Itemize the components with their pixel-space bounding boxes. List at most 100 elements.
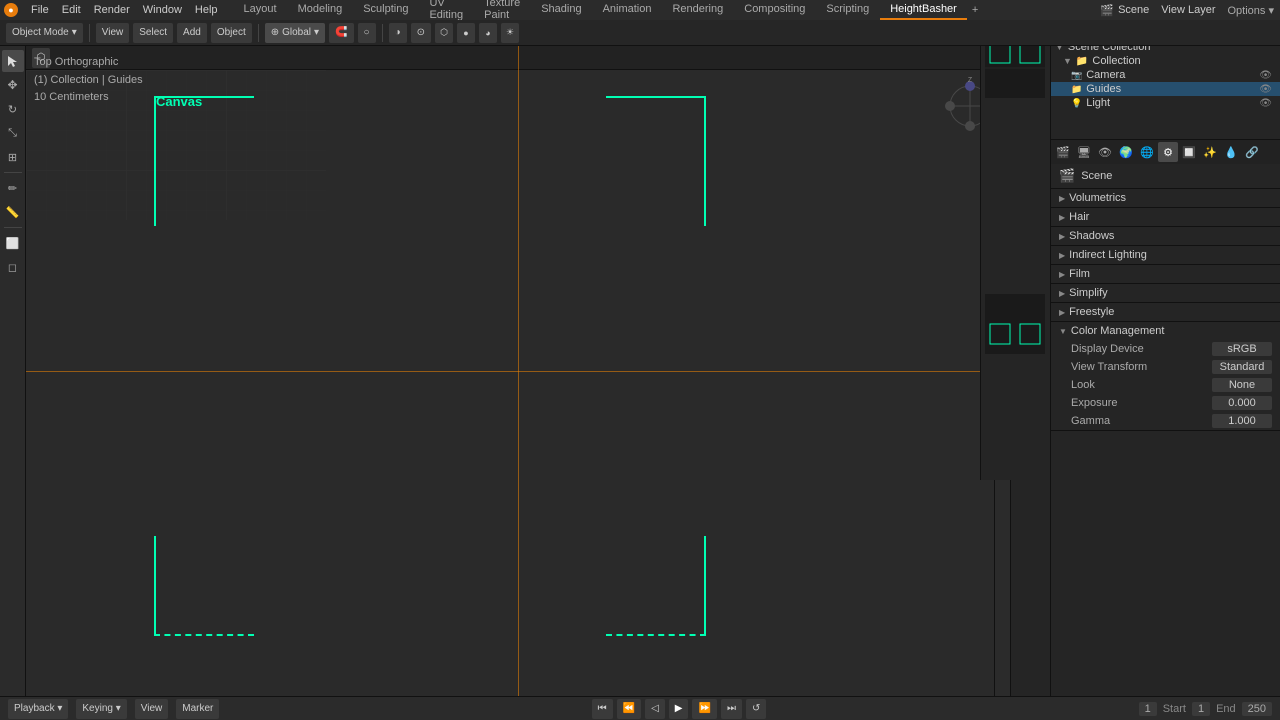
props-tab-particles[interactable]: ✨ xyxy=(1200,142,1220,162)
end-frame[interactable]: 250 xyxy=(1242,702,1272,716)
shading-material[interactable]: ◕ xyxy=(479,23,497,43)
frame-info: 1 Start 1 End 250 xyxy=(1139,702,1272,716)
freestyle-hdr[interactable]: ▶ Freestyle xyxy=(1051,303,1280,321)
menu-window[interactable]: Window xyxy=(137,0,188,20)
extra-tool[interactable]: ◻ xyxy=(2,256,24,278)
ws-uv-editing[interactable]: UV Editing xyxy=(419,0,473,20)
marker-label: Marker xyxy=(182,703,213,714)
menu-render[interactable]: Render xyxy=(88,0,136,20)
orientation-btn[interactable]: ⊕ Global ▾ xyxy=(265,23,325,43)
shading-wireframe[interactable]: ⬡ xyxy=(435,23,453,43)
hair-hdr[interactable]: ▶ Hair xyxy=(1051,208,1280,226)
overlay-btn[interactable]: ◑ xyxy=(389,23,407,43)
play-reverse-btn[interactable]: ◁ xyxy=(645,699,665,719)
ws-shading[interactable]: Shading xyxy=(531,0,591,20)
ws-texture-paint[interactable]: Texture Paint xyxy=(474,0,530,20)
display-device-value[interactable]: sRGB xyxy=(1212,342,1272,356)
measure-tool[interactable]: 📏 xyxy=(2,201,24,223)
step-forward-btn[interactable]: ⏩ xyxy=(692,699,716,719)
shading-solid[interactable]: ● xyxy=(457,23,475,43)
menu-help[interactable]: Help xyxy=(189,0,224,20)
object-btn[interactable]: Object xyxy=(211,23,252,43)
play-btn[interactable]: ▶ xyxy=(669,699,689,719)
properties-panel: 🎬 🖥 👁 🌍 🌐 ⚙ 🔲 ✨ 💧 🔗 🎬 Scene ▶ Volumetric… xyxy=(1050,140,1280,696)
film-hdr[interactable]: ▶ Film xyxy=(1051,265,1280,283)
look-value[interactable]: None xyxy=(1212,378,1272,392)
props-tab-modifier[interactable]: 🔲 xyxy=(1179,142,1199,162)
menu-file[interactable]: File xyxy=(25,0,55,20)
scale-tool[interactable]: ⤡ xyxy=(2,122,24,144)
props-tab-vd[interactable]: 👁 xyxy=(1095,142,1115,162)
props-tab-constraints[interactable]: 🔗 xyxy=(1242,142,1262,162)
viewport-3d[interactable]: ⬡ Top Orthographic (1) Collection | Guid… xyxy=(26,46,1010,696)
marker-btn[interactable]: Marker xyxy=(176,699,219,719)
loop-btn[interactable]: ↺ xyxy=(746,699,766,719)
light-visibility[interactable]: 👁 xyxy=(1259,98,1272,109)
simplify-hdr[interactable]: ▶ Simplify xyxy=(1051,284,1280,302)
collection-marker: 📁 xyxy=(1076,56,1088,67)
jump-end-btn[interactable]: ⏭ xyxy=(721,699,742,719)
props-tab-world[interactable]: 🌐 xyxy=(1137,142,1157,162)
rotate-tool[interactable]: ↻ xyxy=(2,98,24,120)
exposure-value[interactable]: 0.000 xyxy=(1212,396,1272,410)
ws-layout[interactable]: Layout xyxy=(234,0,287,20)
end-label: End xyxy=(1216,703,1236,715)
props-tab-output[interactable]: 🖥 xyxy=(1074,142,1094,162)
jump-start-btn[interactable]: ⏮ xyxy=(592,699,613,719)
props-tab-scene[interactable]: 🌍 xyxy=(1116,142,1136,162)
select-tool[interactable] xyxy=(2,50,24,72)
shadows-hdr[interactable]: ▶ Shadows xyxy=(1051,227,1280,245)
props-tab-object[interactable]: ⚙ xyxy=(1158,142,1178,162)
add-workspace-btn[interactable]: + xyxy=(972,4,978,16)
current-frame[interactable]: 1 xyxy=(1139,702,1157,716)
indirect-hdr[interactable]: ▶ Indirect Lighting xyxy=(1051,246,1280,264)
playback-btn[interactable]: Playback ▾ xyxy=(8,699,68,719)
xray-btn[interactable]: ⊙ xyxy=(411,23,431,43)
view-transform-value[interactable]: Standard xyxy=(1212,360,1272,374)
start-frame[interactable]: 1 xyxy=(1192,702,1210,716)
camera-item[interactable]: 📷 Camera 👁 xyxy=(1051,68,1280,82)
left-tool-strip: ✥ ↻ ⤡ ⊞ ✏ 📏 ⬜ ◻ xyxy=(0,46,26,696)
viewport-editor-type[interactable]: ⬡ xyxy=(32,48,50,68)
overlay-icon: ◑ xyxy=(395,27,401,38)
ws-animation[interactable]: Animation xyxy=(593,0,662,20)
keying-btn[interactable]: Keying ▾ xyxy=(76,699,126,719)
view-btn[interactable]: View xyxy=(96,23,130,43)
proportional-edit-btn[interactable]: ○ xyxy=(358,23,376,43)
step-back-btn[interactable]: ⏪ xyxy=(617,699,641,719)
guides-item[interactable]: 📁 Guides 👁 xyxy=(1051,82,1280,96)
collection-item[interactable]: ▼ 📁 Collection xyxy=(1051,54,1280,68)
mode-chevron: ▾ xyxy=(72,27,77,38)
ws-heightbasher[interactable]: HeightBasher xyxy=(880,0,967,20)
ws-sculpting[interactable]: Sculpting xyxy=(353,0,418,20)
light-item[interactable]: 💡 Light 👁 xyxy=(1051,96,1280,110)
scene-label[interactable]: Scene xyxy=(1118,4,1149,16)
ws-rendering[interactable]: Rendering xyxy=(662,0,733,20)
props-tab-physics[interactable]: 💧 xyxy=(1221,142,1241,162)
snap-btn[interactable]: 🧲 xyxy=(329,23,353,43)
gamma-value[interactable]: 1.000 xyxy=(1212,414,1272,428)
options-btn[interactable]: Options ▾ xyxy=(1228,4,1275,17)
add-cube-tool[interactable]: ⬜ xyxy=(2,232,24,254)
view-btn-status[interactable]: View xyxy=(135,699,169,719)
ws-compositing[interactable]: Compositing xyxy=(734,0,815,20)
ws-modeling[interactable]: Modeling xyxy=(288,0,353,20)
props-tab-render[interactable]: 🎬 xyxy=(1053,142,1073,162)
wireframe-icon: ⬡ xyxy=(440,27,448,38)
annotate-tool[interactable]: ✏ xyxy=(2,177,24,199)
camera-visibility[interactable]: 👁 xyxy=(1259,70,1272,81)
add-btn[interactable]: Add xyxy=(177,23,207,43)
transform-tool[interactable]: ⊞ xyxy=(2,146,24,168)
move-tool[interactable]: ✥ xyxy=(2,74,24,96)
preview-area: Kvamp xyxy=(980,20,1050,480)
ws-scripting[interactable]: Scripting xyxy=(816,0,879,20)
menu-edit[interactable]: Edit xyxy=(56,0,87,20)
mode-selector[interactable]: Object Mode ▾ xyxy=(6,23,83,43)
shading-render[interactable]: ☀ xyxy=(501,23,519,43)
color-mgmt-hdr[interactable]: ▼ Color Management xyxy=(1051,322,1280,340)
view-layer-label[interactable]: View Layer xyxy=(1161,4,1215,16)
select-btn[interactable]: Select xyxy=(133,23,173,43)
volumetrics-hdr[interactable]: ▶ Volumetrics xyxy=(1051,189,1280,207)
guides-visibility[interactable]: 👁 xyxy=(1259,84,1272,95)
guides-name: Guides xyxy=(1086,83,1121,95)
